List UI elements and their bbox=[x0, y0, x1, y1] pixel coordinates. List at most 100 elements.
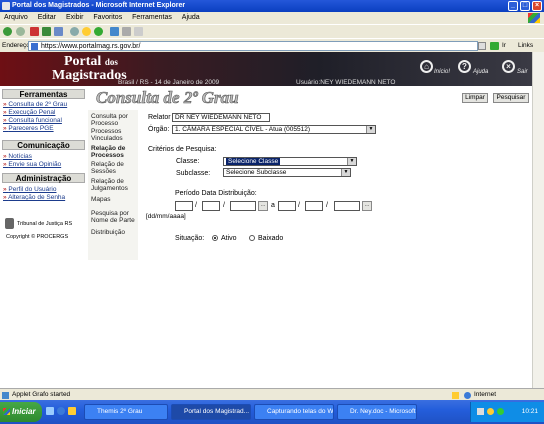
start-button[interactable]: Iniciar bbox=[0, 402, 42, 422]
submenu-relacao-sessoes[interactable]: Relação de Sessões bbox=[91, 161, 137, 175]
volume-icon[interactable] bbox=[487, 408, 494, 415]
nav-heading-administracao: Administração bbox=[2, 173, 85, 183]
submenu-mapas[interactable]: Mapas bbox=[91, 196, 137, 203]
tribunal-name: Tribunal de Justiça RS bbox=[17, 221, 73, 227]
subclasse-select[interactable]: Selecione Subclasse ▼ bbox=[223, 168, 351, 177]
lock-icon bbox=[452, 392, 459, 399]
task-capturando[interactable]: Capturando telas do Win... bbox=[254, 404, 334, 420]
date-sep: / bbox=[326, 202, 328, 209]
inicio-link[interactable]: Início! bbox=[434, 69, 450, 75]
orgao-value: 1. CÂMARA ESPECIAL CÍVEL - Atua (005512) bbox=[175, 126, 310, 133]
logo-dos: dos bbox=[104, 57, 118, 67]
forward-icon[interactable] bbox=[16, 27, 25, 36]
calendar-from-button[interactable]: … bbox=[258, 201, 268, 211]
classe-label: Classe: bbox=[176, 158, 200, 165]
chevron-down-icon: ▼ bbox=[347, 158, 356, 165]
task-portal[interactable]: Portal dos Magistrad... bbox=[171, 404, 251, 420]
date-range-a: a bbox=[271, 202, 275, 209]
submenu-pesquisa-nome-parte[interactable]: Pesquisa por Nome de Parte bbox=[91, 210, 137, 224]
nav-link-consulta-funcional[interactable]: Consulta funcional bbox=[3, 117, 61, 124]
situacao-label: Situação: bbox=[175, 235, 205, 242]
submenu-consulta-processo[interactable]: Consulta por Processo bbox=[91, 113, 137, 127]
task-themis[interactable]: Themis 2º Grau bbox=[84, 404, 168, 420]
maximize-button[interactable]: □ bbox=[520, 1, 530, 11]
ajuda-link[interactable]: Ajuda bbox=[473, 69, 488, 75]
date-to-month[interactable] bbox=[305, 201, 323, 211]
baixado-radio[interactable] bbox=[249, 235, 255, 241]
task-word-doc[interactable]: Dr. Ney.doc - Microsoft ... bbox=[337, 404, 417, 420]
sair-link[interactable]: Sair bbox=[517, 69, 528, 75]
ie-icon bbox=[2, 2, 10, 10]
relator-label: Relator bbox=[148, 114, 171, 121]
date-from-day[interactable] bbox=[175, 201, 193, 211]
calendar-to-button[interactable]: … bbox=[362, 201, 372, 211]
refresh-icon[interactable] bbox=[42, 27, 51, 36]
menu-arquivo[interactable]: Arquivo bbox=[4, 14, 28, 21]
search-icon[interactable] bbox=[70, 27, 79, 36]
ie-quicklaunch-icon[interactable] bbox=[57, 407, 65, 415]
vertical-scrollbar[interactable] bbox=[532, 52, 544, 388]
menu-exibir[interactable]: Exibir bbox=[66, 14, 84, 21]
network-icon[interactable] bbox=[477, 408, 484, 415]
address-dropdown-icon[interactable] bbox=[478, 42, 486, 50]
home-icon[interactable] bbox=[54, 27, 63, 36]
relator-field[interactable]: DR NEY WIEDEMANN NETO bbox=[172, 113, 270, 122]
go-button[interactable]: Ir bbox=[502, 39, 506, 53]
menu-ferramentas[interactable]: Ferramentas bbox=[132, 14, 172, 21]
minimize-button[interactable]: _ bbox=[508, 1, 518, 11]
favorites-icon[interactable] bbox=[82, 27, 91, 36]
edit-icon[interactable] bbox=[134, 27, 143, 36]
applet-icon bbox=[2, 392, 9, 399]
help-icon[interactable]: ? bbox=[458, 60, 471, 73]
clock: 10:21 bbox=[521, 408, 538, 415]
print-icon[interactable] bbox=[122, 27, 131, 36]
limpar-button[interactable]: Limpar bbox=[462, 93, 488, 103]
subclasse-value: Selecione Subclasse bbox=[226, 169, 287, 176]
nav-link-perfil[interactable]: Perfil do Usuário bbox=[3, 186, 56, 193]
globe-icon bbox=[464, 392, 471, 399]
media-icon[interactable] bbox=[94, 27, 103, 36]
mail-icon[interactable] bbox=[110, 27, 119, 36]
back-icon[interactable] bbox=[3, 27, 12, 36]
exit-icon[interactable]: × bbox=[502, 60, 515, 73]
submenu-processos-vinculados[interactable]: Processos Vinculados bbox=[91, 128, 137, 142]
chevron-down-icon: ▼ bbox=[366, 126, 375, 133]
address-input[interactable]: https://www.portalmag.rs.gov.br/ bbox=[28, 41, 478, 51]
folder-icon[interactable] bbox=[68, 407, 76, 415]
nav-link-envie-opiniao[interactable]: Envie sua Opinião bbox=[3, 161, 61, 168]
nav-link-execucao-penal[interactable]: Execução Penal bbox=[3, 109, 55, 116]
links-button[interactable]: Links bbox=[518, 39, 533, 53]
chevron-down-icon: ▼ bbox=[341, 169, 350, 176]
date-from-month[interactable] bbox=[202, 201, 220, 211]
date-to-day[interactable] bbox=[278, 201, 296, 211]
date-from-year[interactable] bbox=[230, 201, 256, 211]
pesquisar-button[interactable]: Pesquisar bbox=[493, 93, 529, 103]
orgao-select[interactable]: 1. CÂMARA ESPECIAL CÍVEL - Atua (005512)… bbox=[172, 125, 376, 134]
classe-select[interactable]: Selecione Classe ▼ bbox=[223, 157, 357, 166]
windows-logo-icon bbox=[3, 408, 10, 415]
go-arrow-icon[interactable] bbox=[490, 42, 499, 50]
criterios-label: Critérios de Pesquisa: bbox=[148, 146, 217, 153]
submenu-distribuicao[interactable]: Distribuição bbox=[91, 229, 137, 236]
close-button[interactable]: × bbox=[532, 1, 542, 11]
nav-link-pareceres-pge[interactable]: Pareceres PGE bbox=[3, 125, 53, 132]
desktop-icon[interactable] bbox=[46, 407, 54, 415]
menu-ajuda[interactable]: Ajuda bbox=[182, 14, 200, 21]
submenu-relacao-processos[interactable]: Relação de Processos bbox=[91, 145, 137, 159]
window-title-bar: Portal dos Magistrados - Microsoft Inter… bbox=[0, 0, 544, 12]
copyright: Copyright © PROCERGS bbox=[6, 234, 69, 240]
security-icon[interactable] bbox=[497, 408, 504, 415]
menu-favoritos[interactable]: Favoritos bbox=[93, 14, 122, 21]
menu-editar[interactable]: Editar bbox=[38, 14, 56, 21]
submenu-relacao-julgamentos[interactable]: Relação de Julgamentos bbox=[91, 178, 137, 192]
nav-link-alteracao-senha[interactable]: Alteração de Senha bbox=[3, 194, 65, 201]
stop-icon[interactable] bbox=[30, 27, 39, 36]
nav-heading-ferramentas: Ferramentas bbox=[2, 89, 85, 99]
ativo-radio[interactable] bbox=[212, 235, 218, 241]
date-to-year[interactable] bbox=[334, 201, 360, 211]
nav-link-noticias[interactable]: Notícias bbox=[3, 153, 31, 160]
address-label: Endereço bbox=[2, 42, 30, 49]
home-icon[interactable]: ⌂ bbox=[420, 60, 433, 73]
nav-link-consulta-2grau[interactable]: Consulta de 2º Grau bbox=[3, 101, 67, 108]
header-date: Brasil / RS - 14 de Janeiro de 2009 bbox=[118, 79, 220, 86]
